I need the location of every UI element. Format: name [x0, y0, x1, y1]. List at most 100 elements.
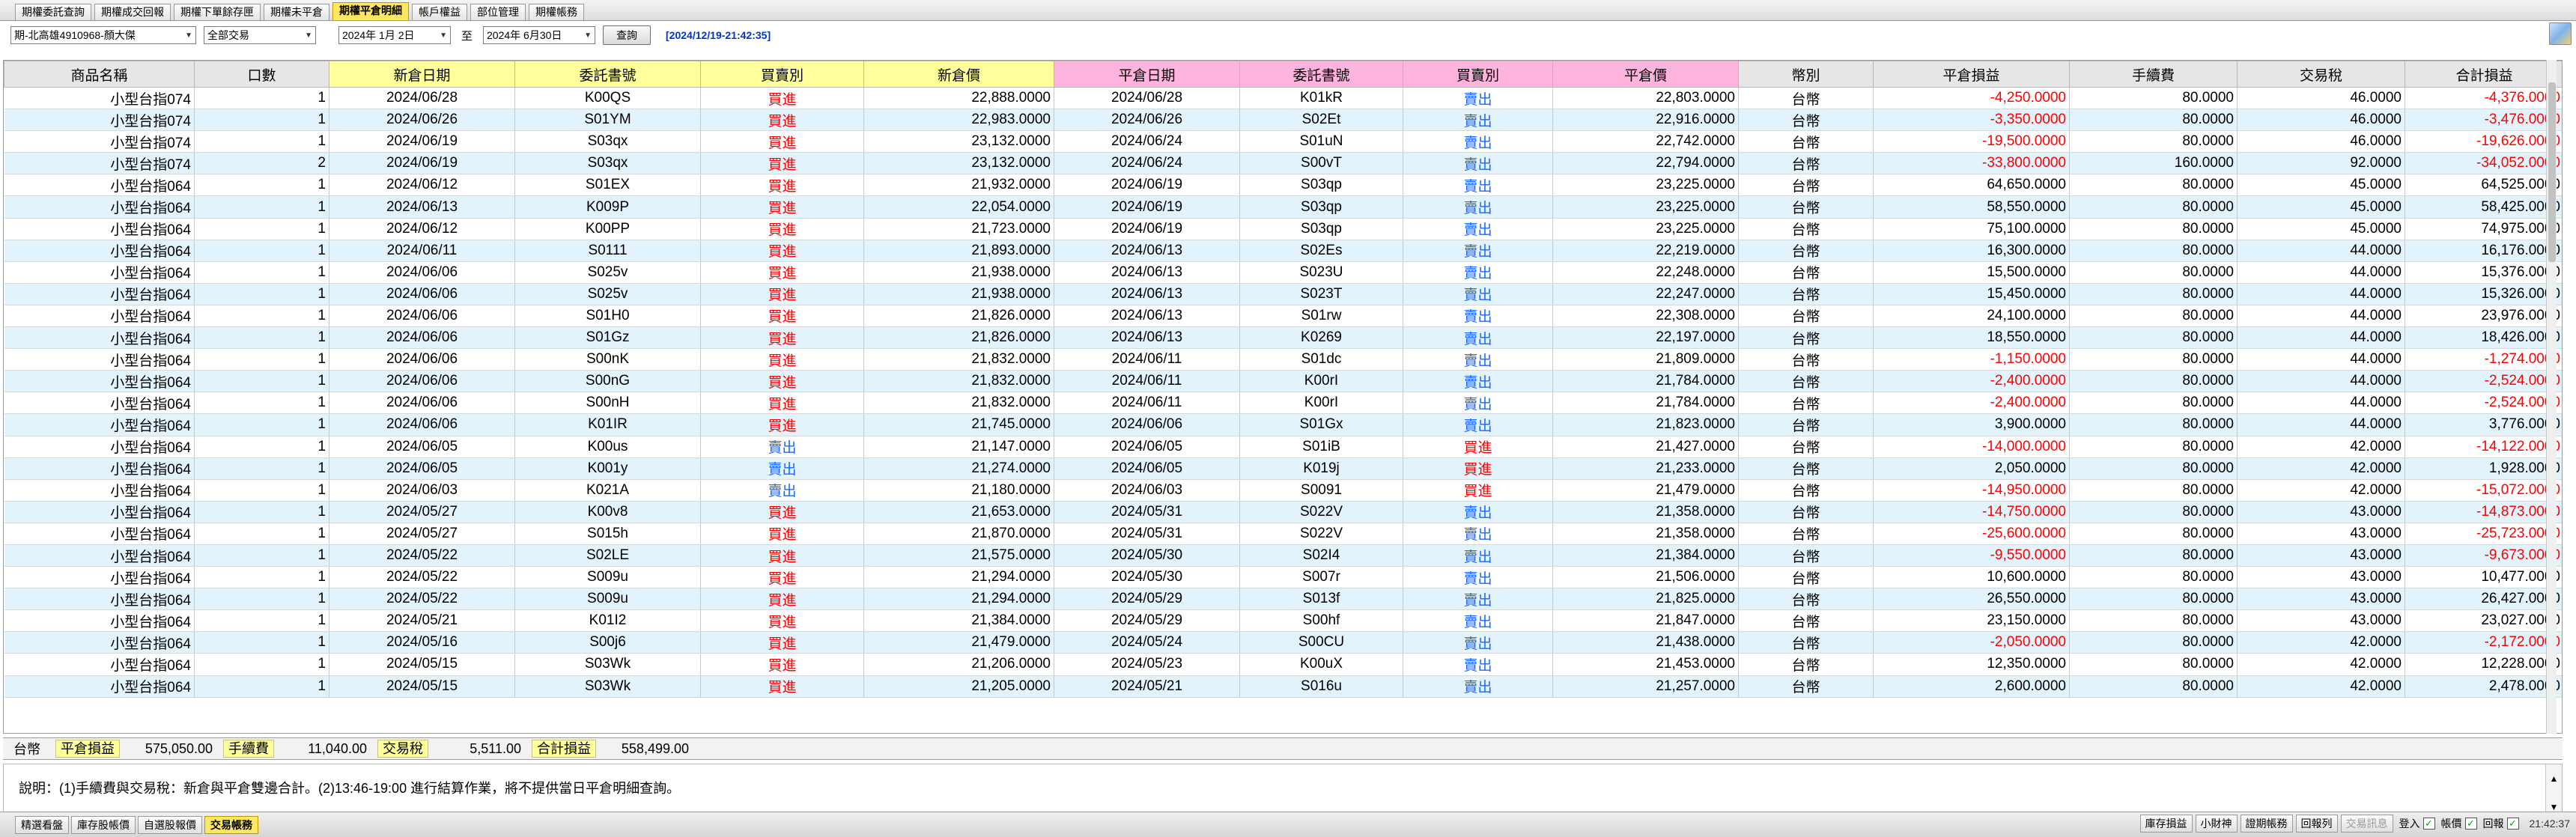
table-row[interactable]: 小型台指064 1 2024/05/27 S015h 買進 21,870.0000 2024… — [4, 523, 2562, 545]
summary-tax-label: 交易稅 — [377, 740, 428, 758]
table-cell: 22,803.0000 — [1552, 87, 1739, 110]
column-header[interactable]: 新倉價 — [863, 61, 1054, 88]
bottom-tab[interactable]: 庫存股帳價 — [71, 815, 136, 834]
column-header[interactable]: 商品名稱 — [4, 61, 195, 88]
column-header[interactable]: 委託書號 — [514, 61, 701, 88]
table-row[interactable]: 小型台指064 1 2024/05/22 S009u 買進 21,294.0000 2024… — [4, 588, 2562, 611]
table-row[interactable]: 小型台指074 2 2024/06/19 S03qx 買進 23,132.0000 2024… — [4, 152, 2562, 175]
bottom-tab[interactable]: 自選股報價 — [138, 815, 202, 834]
date-to-picker[interactable]: 2024年 6月30日 ▼ — [483, 26, 596, 44]
checkbox-checked-icon[interactable]: ✓ — [2506, 818, 2519, 830]
date-from-picker[interactable]: 2024年 1月 2日 ▼ — [338, 26, 451, 44]
table-row[interactable]: 小型台指064 1 2024/05/16 S00j6 買進 21,479.0000 2024… — [4, 631, 2562, 654]
table-row[interactable]: 小型台指064 1 2024/06/03 K021A 賣出 21,180.0000 2024… — [4, 479, 2562, 502]
grid-scrollbar[interactable] — [2546, 60, 2557, 734]
table-cell: 21,893.0000 — [863, 240, 1054, 262]
checkbox-checked-icon[interactable]: ✓ — [2422, 818, 2435, 830]
column-header[interactable]: 新倉日期 — [329, 61, 515, 88]
window-corner-icon[interactable] — [2549, 22, 2572, 45]
scroll-up-icon[interactable]: ▲ — [2546, 764, 2562, 793]
trade-type-select[interactable]: 全部交易 ▼ — [204, 26, 316, 44]
table-cell: 1 — [194, 479, 329, 502]
column-header[interactable]: 手續費 — [2069, 61, 2238, 88]
table-cell: 45.0000 — [2237, 218, 2405, 240]
table-row[interactable]: 小型台指064 1 2024/06/11 S0111 買進 21,893.0000 2024… — [4, 240, 2562, 262]
table-row[interactable]: 小型台指064 1 2024/06/05 K00us 賣出 21,147.0000 2024… — [4, 436, 2562, 458]
status-checkbox[interactable]: 帳價 ✓ — [2441, 816, 2477, 831]
status-button[interactable]: 證期帳務 — [2240, 815, 2293, 833]
bottom-tab[interactable]: 精選看盤 — [15, 815, 69, 834]
table-cell: 買進 — [700, 370, 864, 393]
table-cell: 2,600.0000 — [1873, 675, 2070, 698]
table-row[interactable]: 小型台指064 1 2024/06/13 K009P 買進 22,054.0000 2024… — [4, 195, 2562, 219]
column-header[interactable]: 合計損益 — [2405, 61, 2562, 88]
table-row[interactable]: 小型台指064 1 2024/06/05 K001y 賣出 21,274.0000 2024… — [4, 457, 2562, 480]
column-header[interactable]: 買賣別 — [700, 61, 864, 88]
column-header[interactable]: 平倉日期 — [1054, 61, 1240, 88]
table-cell: 1 — [194, 392, 329, 415]
status-button[interactable]: 回報列 — [2295, 815, 2338, 833]
table-cell: 2024/06/06 — [329, 370, 515, 393]
column-header[interactable]: 平倉價 — [1552, 61, 1739, 88]
table-row[interactable]: 小型台指074 1 2024/06/28 K00QS 買進 22,888.0000 2024… — [4, 87, 2562, 110]
column-header[interactable]: 幣別 — [1738, 61, 1874, 88]
status-checkbox-label: 帳價 — [2440, 818, 2462, 830]
table-cell: 10,600.0000 — [1873, 566, 2070, 589]
table-cell: 1 — [194, 588, 329, 611]
column-header[interactable]: 平倉損益 — [1873, 61, 2070, 88]
column-header[interactable]: 買賣別 — [1403, 61, 1553, 88]
top-tab[interactable]: 期權下單餘存匣 — [174, 4, 261, 20]
status-button[interactable]: 庫存損益 — [2139, 815, 2193, 833]
table-row[interactable]: 小型台指064 1 2024/06/06 S01H0 買進 21,826.0000 2024… — [4, 305, 2562, 328]
table-cell: 92.0000 — [2237, 152, 2405, 175]
checkbox-checked-icon[interactable]: ✓ — [2464, 818, 2477, 830]
top-tab[interactable]: 期權平倉明細 — [332, 2, 409, 20]
table-cell: 80.0000 — [2069, 109, 2238, 132]
table-cell: 小型台指074 — [4, 109, 195, 132]
table-cell: -34,052.0000 — [2405, 152, 2562, 175]
column-header[interactable]: 交易稅 — [2237, 61, 2405, 88]
table-row[interactable]: 小型台指064 1 2024/06/12 K00PP 買進 21,723.0000 2024… — [4, 218, 2562, 240]
table-row[interactable]: 小型台指064 1 2024/05/27 K00v8 買進 21,653.0000 2024… — [4, 501, 2562, 523]
table-cell: 22,794.0000 — [1552, 152, 1739, 175]
table-cell: 1 — [194, 109, 329, 132]
scrollbar-thumb[interactable] — [2548, 82, 2556, 262]
table-row[interactable]: 小型台指064 1 2024/06/06 S01Gz 買進 21,826.0000 2024… — [4, 326, 2562, 350]
table-cell: -14,873.0000 — [2405, 501, 2562, 523]
table-row[interactable]: 小型台指064 1 2024/06/06 K01IR 買進 21,745.0000 2024… — [4, 413, 2562, 436]
top-tab[interactable]: 部位管理 — [470, 4, 526, 20]
top-tab[interactable]: 期權未平倉 — [264, 4, 329, 20]
table-row[interactable]: 小型台指074 1 2024/06/19 S03qx 買進 23,132.0000 2024… — [4, 130, 2562, 153]
table-row[interactable]: 小型台指064 1 2024/05/21 K01I2 買進 21,384.0000 2024… — [4, 609, 2562, 633]
table-row[interactable]: 小型台指064 1 2024/05/15 S03Wk 買進 21,206.0000 2024… — [4, 653, 2562, 676]
table-cell: 42.0000 — [2237, 479, 2405, 502]
table-row[interactable]: 小型台指064 1 2024/05/22 S009u 買進 21,294.0000 2024… — [4, 566, 2562, 589]
top-tab[interactable]: 期權委託查詢 — [15, 4, 91, 20]
table-row[interactable]: 小型台指064 1 2024/06/06 S00nK 買進 21,832.0000 2024… — [4, 348, 2562, 371]
table-row[interactable]: 小型台指064 1 2024/06/06 S025v 買進 21,938.0000 2024… — [4, 283, 2562, 305]
table-cell: 23,132.0000 — [863, 152, 1054, 175]
table-cell: 小型台指064 — [4, 523, 195, 545]
table-row[interactable]: 小型台指064 1 2024/06/06 S00nG 買進 21,832.0000 2024… — [4, 370, 2562, 393]
status-checkbox[interactable]: 回報 ✓ — [2483, 816, 2519, 831]
account-select[interactable]: 期-北高雄4910968-顏大傑 ▼ — [10, 26, 196, 44]
column-header[interactable]: 口數 — [194, 61, 329, 88]
table-row[interactable]: 小型台指064 1 2024/05/15 S03Wk 買進 21,205.0000 2024… — [4, 675, 2562, 698]
column-header[interactable]: 委託書號 — [1239, 61, 1403, 88]
bottom-tab[interactable]: 交易帳務 — [204, 815, 258, 834]
table-row[interactable]: 小型台指064 1 2024/06/12 S01EX 買進 21,932.0000 2024… — [4, 174, 2562, 197]
status-checkbox-label: 回報 — [2482, 818, 2504, 830]
query-button[interactable]: 查詢 — [603, 25, 651, 45]
top-tab[interactable]: 期權成交回報 — [94, 4, 171, 20]
status-button[interactable]: 交易訊息 — [2340, 815, 2393, 833]
table-row[interactable]: 小型台指064 1 2024/06/06 S00nH 買進 21,832.0000 2024… — [4, 392, 2562, 415]
table-row[interactable]: 小型台指064 1 2024/05/22 S02LE 買進 21,575.0000 2024… — [4, 544, 2562, 567]
top-tab[interactable]: 帳戶權益 — [412, 4, 467, 20]
status-button[interactable]: 小財神 — [2195, 815, 2238, 833]
top-tab[interactable]: 期權帳務 — [529, 4, 584, 20]
table-cell: 80.0000 — [2069, 566, 2238, 589]
table-cell: 21,358.0000 — [1552, 501, 1739, 523]
status-checkbox[interactable]: 登入 ✓ — [2399, 816, 2435, 831]
table-row[interactable]: 小型台指074 1 2024/06/26 S01YM 買進 22,983.0000 2024… — [4, 109, 2562, 132]
table-row[interactable]: 小型台指064 1 2024/06/06 S025v 買進 21,938.0000 2024… — [4, 261, 2562, 284]
